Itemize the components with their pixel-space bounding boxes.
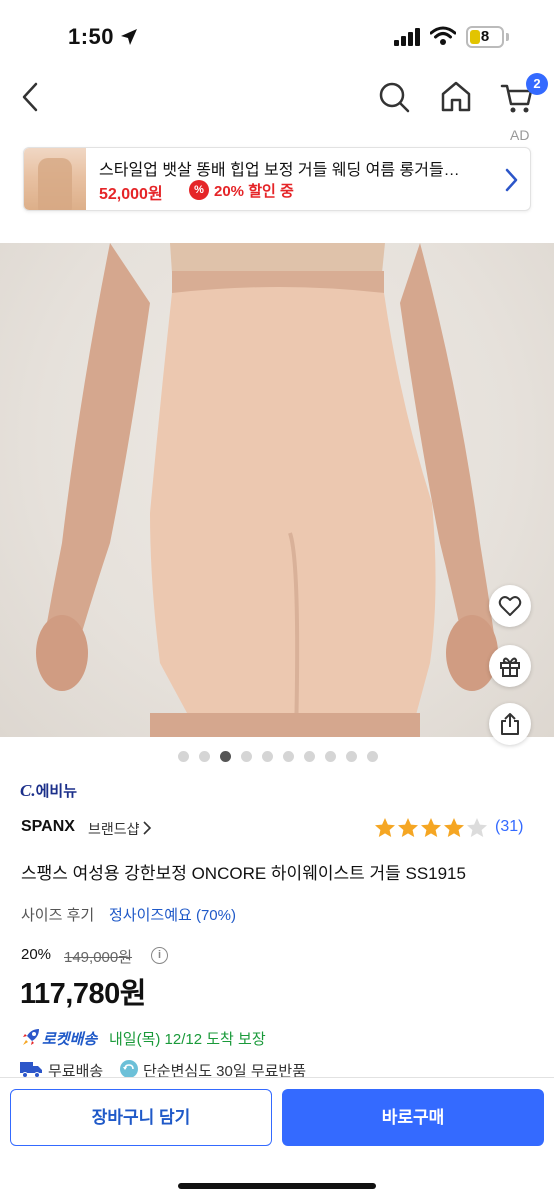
gallery-dot[interactable] <box>304 751 315 762</box>
battery-level: 8 <box>480 28 490 45</box>
add-to-cart-button[interactable]: 장바구니 담기 <box>10 1089 272 1146</box>
heart-icon <box>498 596 522 616</box>
star-empty-icon <box>467 818 487 837</box>
share-button[interactable] <box>489 703 531 745</box>
gallery-dot[interactable] <box>220 751 231 762</box>
brand-shop-link[interactable]: 브랜드샵 <box>88 819 152 839</box>
ad-price: 52,000원 <box>99 186 163 203</box>
review-count[interactable]: (31) <box>495 818 523 836</box>
gift-button[interactable] <box>489 645 531 687</box>
ad-banner[interactable]: 스타일업 뱃살 똥배 힙업 보정 거들 웨딩 여름 롱거들… 52,000원 %… <box>23 147 531 211</box>
original-price: 149,000원 <box>64 949 133 966</box>
gallery-dot[interactable] <box>367 751 378 762</box>
location-arrow-icon <box>121 29 137 45</box>
brand-logo-mark: C. <box>20 781 36 800</box>
ad-discount: 20% 할인 중 <box>214 183 294 200</box>
chevron-right-icon <box>505 168 518 192</box>
star-filled-icon <box>375 818 395 837</box>
size-review-value[interactable]: 정사이즈예요 (70%) <box>109 904 236 925</box>
info-icon[interactable]: i <box>151 947 168 964</box>
star-filled-icon <box>398 818 418 837</box>
chevron-right-icon <box>142 821 151 835</box>
gallery-dot[interactable] <box>241 751 252 762</box>
gift-icon <box>500 657 520 677</box>
battery-icon: 8 <box>466 26 504 48</box>
star-filled-icon <box>444 818 464 837</box>
star-filled-icon <box>421 818 441 837</box>
gallery-dot[interactable] <box>325 751 336 762</box>
delivery-eta: 내일(목) 12/12 도착 보장 <box>109 1031 266 1048</box>
brand-shop-label: 브랜드샵 <box>88 821 140 837</box>
gallery-dot[interactable] <box>346 751 357 762</box>
search-icon[interactable] <box>378 80 410 114</box>
discount-percent: 20% <box>21 946 52 963</box>
ad-title: 스타일업 뱃살 똥배 힙업 보정 거들 웨딩 여름 롱거들… <box>99 162 460 179</box>
product-image[interactable] <box>0 243 554 737</box>
buy-now-button[interactable]: 바로구매 <box>282 1089 544 1146</box>
brand-name[interactable]: SPANX <box>21 818 75 836</box>
discount-percent-icon: % <box>189 180 209 200</box>
signal-icon <box>394 28 420 46</box>
rocket-icon <box>23 1029 39 1045</box>
gallery-dot[interactable] <box>178 751 189 762</box>
cart-count-badge: 2 <box>526 73 548 95</box>
home-icon[interactable] <box>440 80 472 114</box>
wifi-icon <box>430 26 456 45</box>
size-review-label: 사이즈 후기 <box>21 907 95 924</box>
return-icon <box>120 1060 138 1078</box>
share-icon <box>501 713 519 735</box>
status-time: 1:50 <box>68 24 115 49</box>
rocket-delivery-label: 로켓배송 <box>42 1031 98 1048</box>
ad-thumbnail <box>24 148 86 210</box>
ad-label: AD <box>510 127 530 143</box>
sale-price: 117,780원 <box>20 978 146 1010</box>
wishlist-button[interactable] <box>489 585 531 627</box>
gallery-dot[interactable] <box>283 751 294 762</box>
status-bar: 1:50 8 <box>0 0 554 72</box>
product-photo <box>36 243 498 737</box>
gallery-dot[interactable] <box>262 751 273 762</box>
brand-logo[interactable]: C.에비뉴 <box>20 780 77 801</box>
truck-icon <box>20 1062 42 1078</box>
back-icon[interactable] <box>16 80 48 114</box>
gallery-dot[interactable] <box>199 751 210 762</box>
home-indicator <box>178 1183 376 1189</box>
product-title: 스팽스 여성용 강한보정 ONCORE 하이웨이스트 거들 SS1915 <box>21 864 466 883</box>
brand-logo-text: 에비뉴 <box>35 783 77 800</box>
